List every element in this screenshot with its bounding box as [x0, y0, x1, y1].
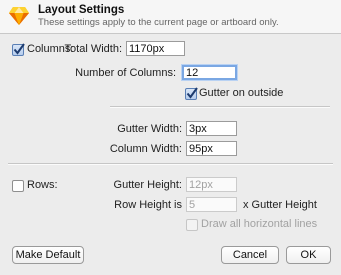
draw-horizontal-lines-label: Draw all horizontal lines	[201, 218, 318, 230]
gutter-on-outside-checkbox[interactable]	[185, 87, 198, 100]
make-default-button[interactable]: Make Default	[12, 246, 84, 264]
total-width-input[interactable]	[126, 41, 185, 56]
columns-checkbox[interactable]	[12, 43, 25, 56]
dialog-title: Layout Settings	[38, 4, 125, 16]
gutter-width-input[interactable]	[186, 121, 237, 136]
gutter-width-label: Gutter Width:	[117, 123, 182, 135]
dialog-header: Layout Settings These settings apply to …	[0, 0, 341, 34]
column-width-label: Column Width:	[109, 143, 182, 155]
dialog-subtitle: These settings apply to the current page…	[38, 17, 279, 28]
row-height-input[interactable]	[186, 197, 237, 212]
rows-checkbox[interactable]	[12, 180, 24, 192]
number-of-columns-label: Number of Columns:	[75, 67, 176, 79]
gutter-height-label: Gutter Height:	[113, 179, 182, 191]
columns-divider	[110, 106, 330, 108]
gutter-on-outside-label: Gutter on outside	[199, 87, 284, 99]
checkmark-icon	[13, 43, 25, 55]
column-width-input[interactable]	[186, 141, 237, 156]
draw-horizontal-lines-checkbox[interactable]	[186, 219, 198, 231]
total-width-label: Total Width:	[64, 43, 122, 55]
ok-button[interactable]: OK	[286, 246, 331, 264]
checkmark-icon	[186, 87, 198, 99]
gutter-height-input[interactable]	[186, 177, 237, 192]
number-of-columns-input[interactable]	[182, 65, 237, 80]
cancel-button[interactable]: Cancel	[221, 246, 279, 264]
row-height-label: Row Height is	[114, 199, 182, 211]
section-divider	[8, 163, 333, 165]
rows-label: Rows:	[27, 179, 58, 191]
sketch-app-icon	[9, 7, 29, 25]
row-height-suffix: x Gutter Height	[243, 199, 317, 211]
